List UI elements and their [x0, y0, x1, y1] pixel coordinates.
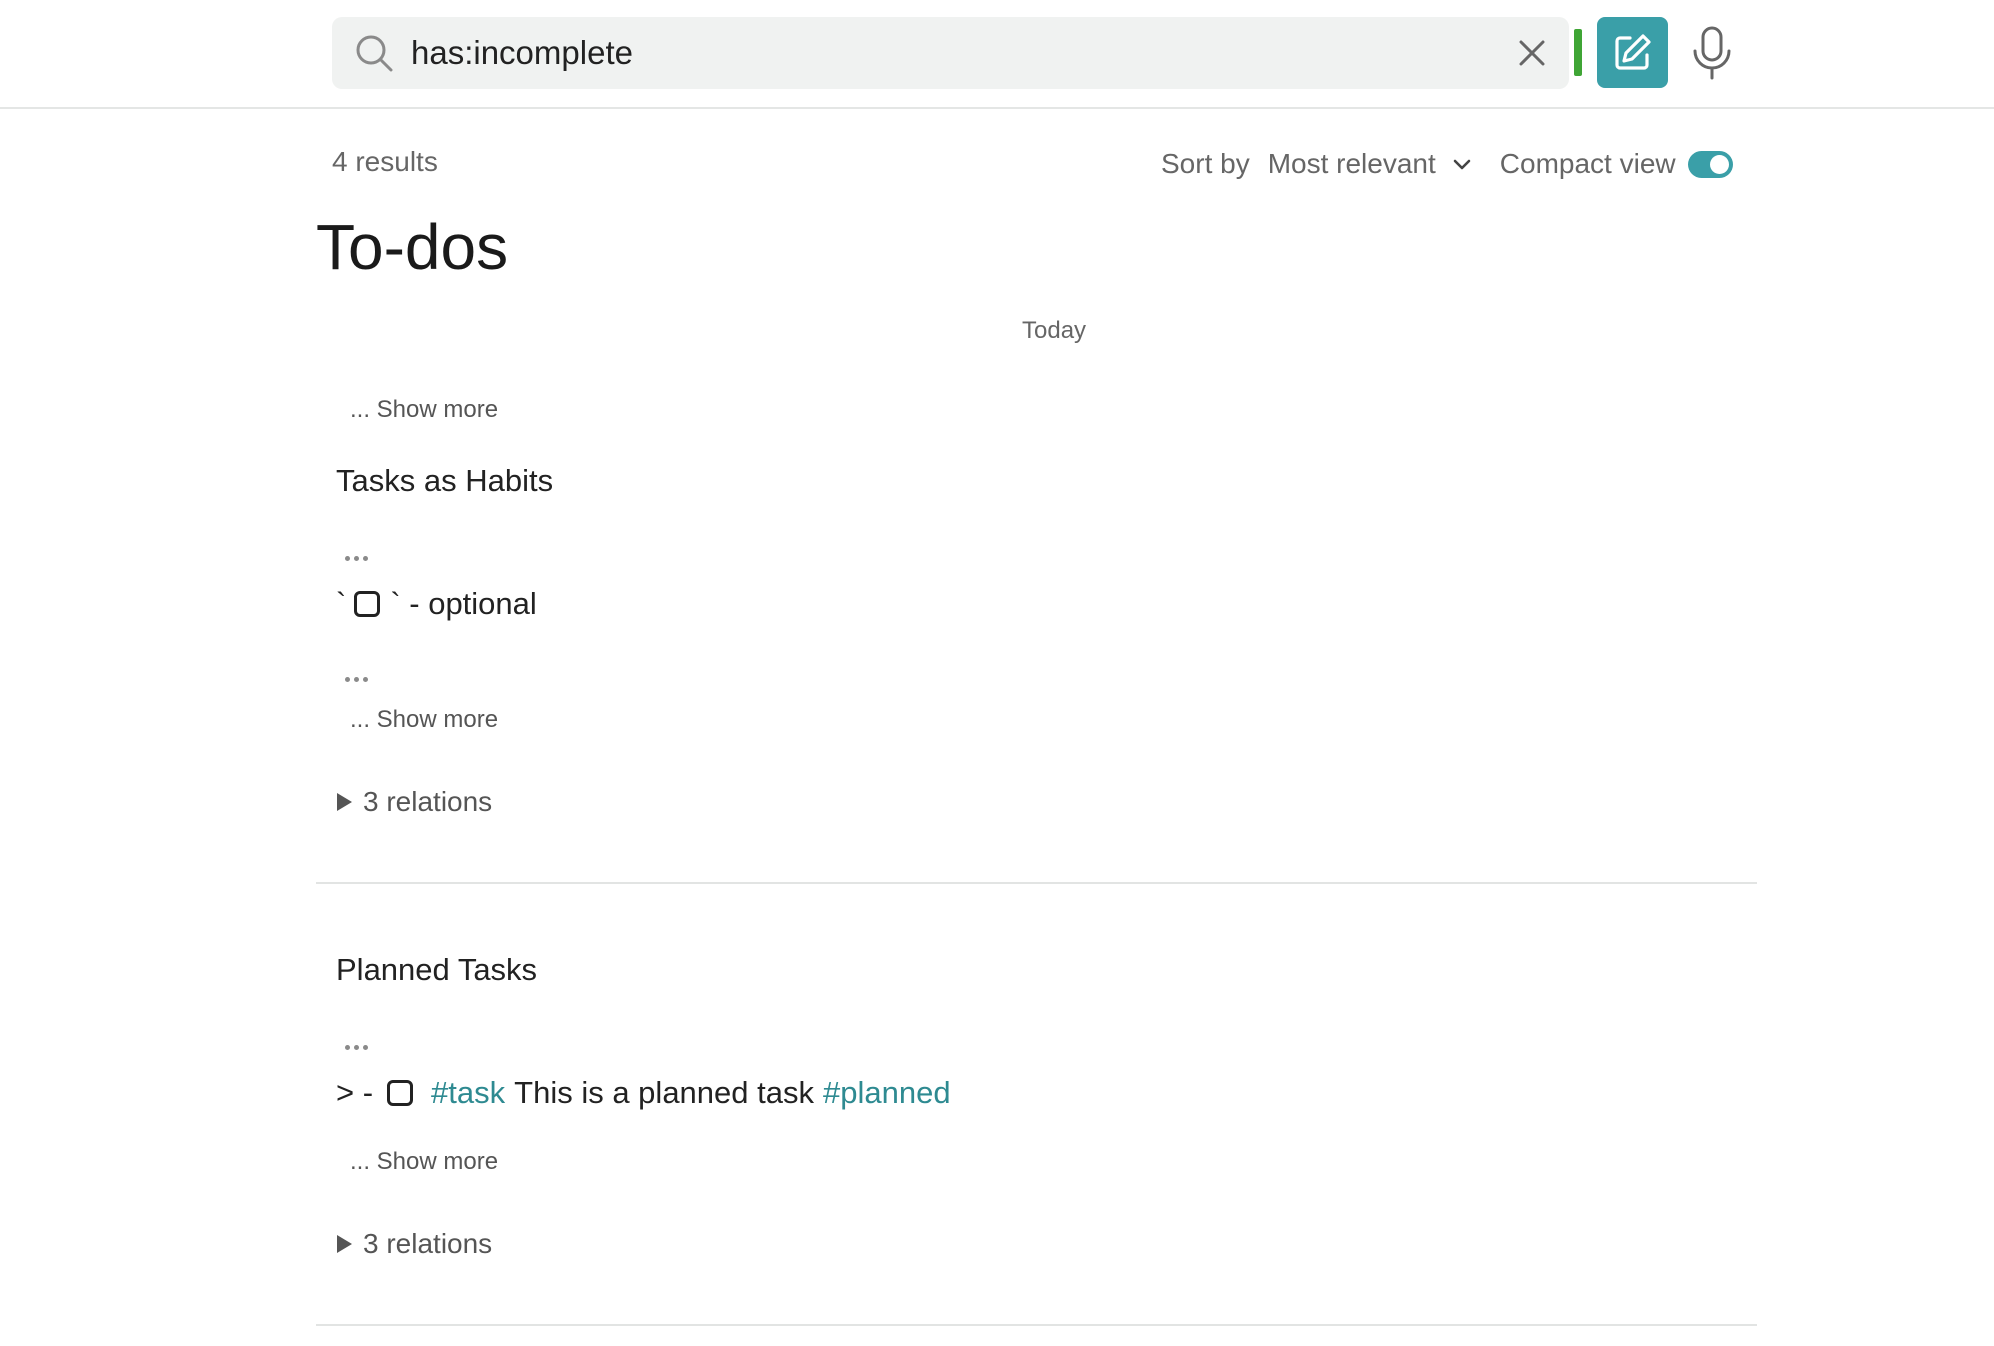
close-icon[interactable] — [1516, 37, 1548, 69]
show-more-link[interactable]: ... Show more — [350, 706, 498, 734]
results-count: 4 results — [332, 146, 438, 177]
show-more-link[interactable]: ... Show more — [350, 396, 498, 424]
task-checkbox[interactable] — [354, 591, 381, 617]
task-prefix: > - — [336, 1075, 374, 1110]
relations-label: 3 relations — [363, 1228, 493, 1259]
sort-controls: Sort by Most relevant Compact view — [1161, 146, 1733, 182]
search-input[interactable] — [411, 17, 1461, 89]
search-box[interactable] — [332, 17, 1569, 89]
top-bar — [0, 0, 1994, 109]
compact-view-label: Compact view — [1499, 148, 1676, 179]
section-date-label: Today — [1022, 317, 1087, 344]
ellipsis-icon — [345, 1037, 375, 1050]
card-divider — [316, 1324, 1757, 1326]
compose-button[interactable] — [1597, 17, 1668, 88]
note-title[interactable]: Planned Tasks — [336, 952, 537, 988]
toggle-knob — [1709, 154, 1729, 174]
show-more-link[interactable]: ... Show more — [350, 1148, 498, 1176]
chevron-down-icon[interactable] — [1450, 152, 1474, 176]
triangle-right-icon — [337, 793, 352, 811]
task-prefix: ` — [336, 586, 347, 621]
search-icon — [356, 35, 393, 72]
triangle-right-icon — [337, 1235, 352, 1253]
task-checkbox[interactable] — [387, 1080, 414, 1106]
relations-toggle[interactable]: 3 relations — [337, 1228, 492, 1260]
microphone-icon[interactable] — [1690, 26, 1734, 80]
compose-icon — [1615, 34, 1651, 70]
sort-label: Sort by — [1161, 148, 1250, 179]
task-line: ` ` - optional — [336, 584, 537, 624]
status-indicator — [1574, 29, 1582, 76]
task-text: This is a planned task — [514, 1075, 814, 1110]
task-line: > - #task This is a planned task #planne… — [336, 1073, 951, 1113]
sort-dropdown[interactable]: Most relevant — [1268, 148, 1436, 180]
note-title[interactable]: Tasks as Habits — [336, 463, 553, 499]
task-suffix: ` - optional — [390, 586, 537, 621]
ellipsis-icon — [345, 548, 375, 561]
relations-toggle[interactable]: 3 relations — [337, 786, 492, 818]
relations-label: 3 relations — [363, 786, 493, 817]
card-divider — [316, 882, 1757, 884]
page-title: To-dos — [316, 211, 509, 283]
ellipsis-icon — [345, 669, 375, 682]
tag-link[interactable]: #task — [431, 1075, 505, 1111]
tag-link[interactable]: #planned — [823, 1075, 951, 1111]
compact-view-toggle[interactable] — [1687, 150, 1733, 178]
